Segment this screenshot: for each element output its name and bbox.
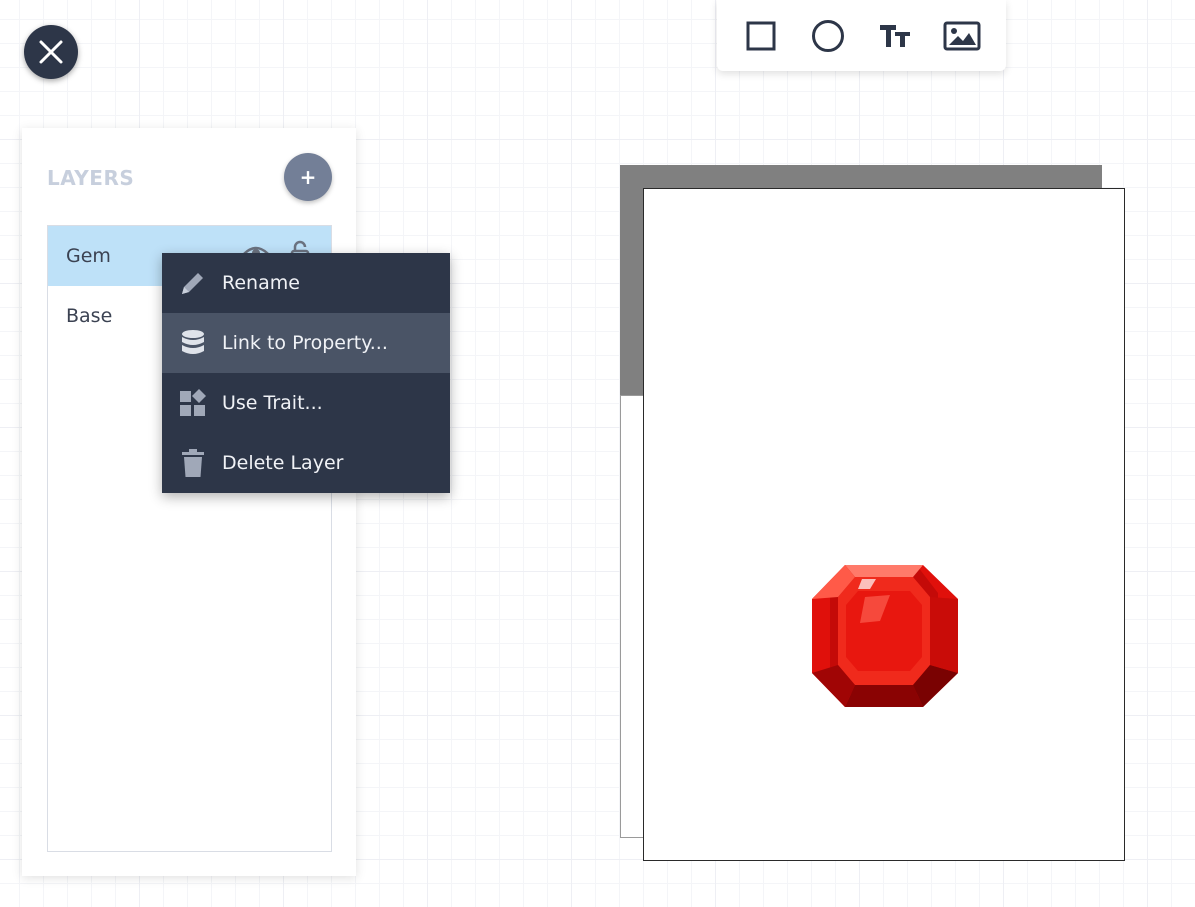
menu-item-delete-layer[interactable]: Delete Layer [162,433,450,493]
image-tool-button[interactable] [938,12,986,60]
rectangle-tool-button[interactable] [737,12,785,60]
menu-item-label: Rename [222,272,300,294]
add-layer-button[interactable]: + [284,153,332,201]
shape-toolbar [717,0,1006,71]
menu-item-label: Link to Property... [222,332,388,354]
gem-image[interactable] [810,561,960,711]
card-back-edge [620,395,644,838]
menu-item-label: Delete Layer [222,452,344,474]
image-tool-icon [943,21,981,50]
ellipse-tool-button[interactable] [804,12,852,60]
close-icon [39,40,63,64]
layers-title: LAYERS [47,166,135,190]
menu-item-label: Use Trait... [222,392,323,414]
layer-name: Base [66,305,113,327]
trash-icon [182,449,204,477]
layer-context-menu: Rename Link to Property... Use Trait... [162,253,450,493]
ellipse-tool-icon [811,19,844,52]
close-button[interactable] [24,25,78,79]
layers-panel: LAYERS + Gem Base [22,128,356,876]
layer-name: Gem [66,245,111,267]
shapes-icon [180,389,206,416]
menu-item-rename[interactable]: Rename [162,253,450,313]
menu-item-link-to-property[interactable]: Link to Property... [162,313,450,373]
text-tool-button[interactable] [871,12,919,60]
menu-item-use-trait[interactable]: Use Trait... [162,373,450,433]
database-icon [182,330,204,354]
text-tool-icon [880,24,911,47]
pencil-icon [182,273,203,294]
rectangle-tool-icon [746,21,776,50]
card-canvas[interactable] [643,188,1125,861]
